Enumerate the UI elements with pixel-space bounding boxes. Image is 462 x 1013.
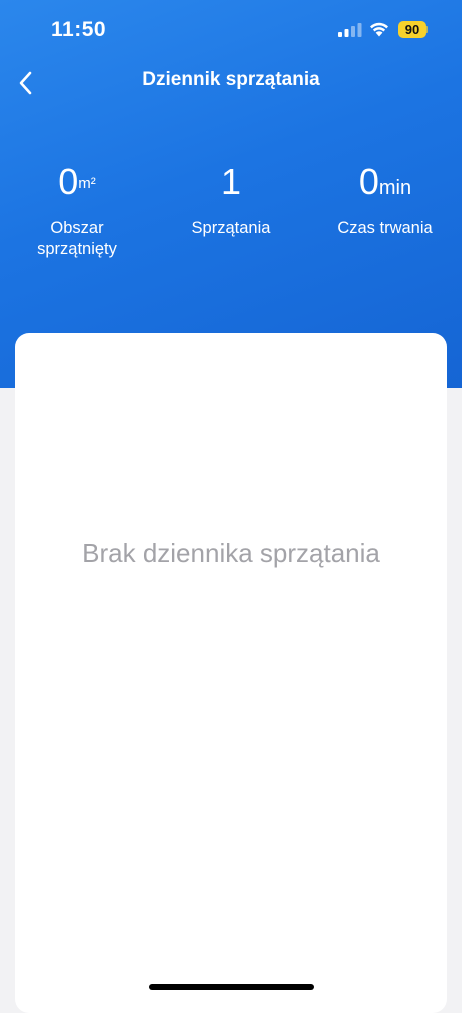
stat-area-unit: m² — [78, 175, 96, 192]
stat-area-cleaned: 0m² Obszar sprzątnięty — [0, 160, 154, 260]
cleaning-stats: 0m² Obszar sprzątnięty 1 Sprzątania 0min… — [0, 160, 462, 270]
stat-cleanings-label: Sprzątania — [191, 219, 271, 237]
stat-duration-value: 0 — [358, 161, 379, 202]
stat-cleanings-value: 1 — [220, 161, 242, 202]
stat-cleanings: 1 Sprzątania — [154, 160, 308, 239]
status-bar: 11:50 90 — [0, 0, 462, 60]
cellular-signal-icon — [338, 23, 362, 37]
stat-area-value: 0 — [58, 161, 79, 202]
stat-duration-label: Czas trwania — [337, 219, 433, 237]
battery-tip — [426, 26, 428, 33]
battery-indicator: 90 — [398, 21, 428, 38]
empty-log-message: Brak dziennika sprzątania — [82, 538, 380, 568]
cleaning-log-card: Brak dziennika sprzątania — [15, 333, 447, 1013]
battery-level: 90 — [398, 21, 426, 38]
wifi-icon — [370, 22, 388, 37]
status-time: 11:50 — [51, 18, 107, 41]
stat-area-label: Obszar sprzątnięty — [37, 219, 117, 258]
home-indicator[interactable] — [149, 984, 314, 990]
navigation-bar: Dziennik sprzątania — [0, 60, 462, 104]
page-title: Dziennik sprzątania — [142, 69, 320, 90]
stat-duration: 0min Czas trwania — [308, 160, 462, 239]
stat-duration-unit: min — [378, 177, 412, 199]
